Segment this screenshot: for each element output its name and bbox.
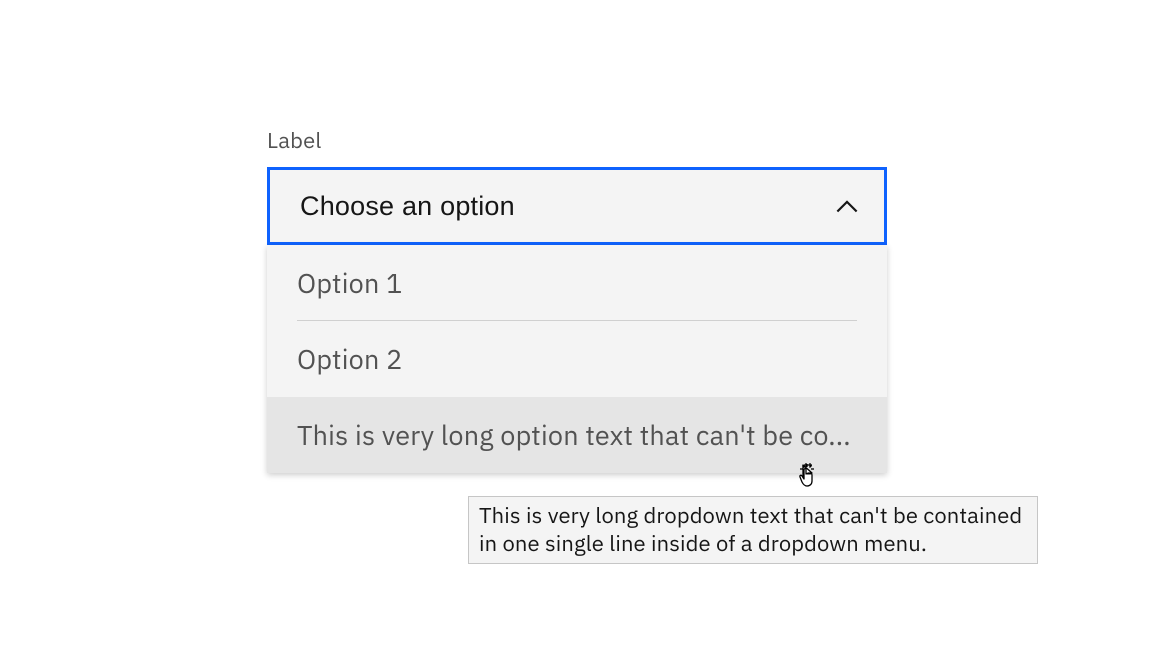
dropdown-placeholder-text: Choose an option [300, 191, 515, 222]
dropdown-option-text: Option 1 [297, 266, 402, 301]
chevron-up-icon [836, 199, 858, 213]
dropdown-option-3[interactable]: This is very long option text that can't… [267, 397, 887, 473]
dropdown-option-text: This is very long option text that can't… [297, 418, 851, 453]
dropdown-label: Label [267, 126, 887, 155]
tooltip-text: This is very long dropdown text that can… [479, 502, 1027, 557]
dropdown-menu: Option 1 Option 2 This is very long opti… [267, 245, 887, 473]
dropdown: Label Choose an option Option 1 Option 2… [267, 126, 887, 473]
dropdown-option-2[interactable]: Option 2 [267, 321, 887, 397]
dropdown-option-1[interactable]: Option 1 [267, 245, 887, 321]
dropdown-trigger[interactable]: Choose an option [267, 167, 887, 245]
dropdown-option-text: Option 2 [297, 342, 402, 377]
tooltip: This is very long dropdown text that can… [468, 496, 1038, 564]
